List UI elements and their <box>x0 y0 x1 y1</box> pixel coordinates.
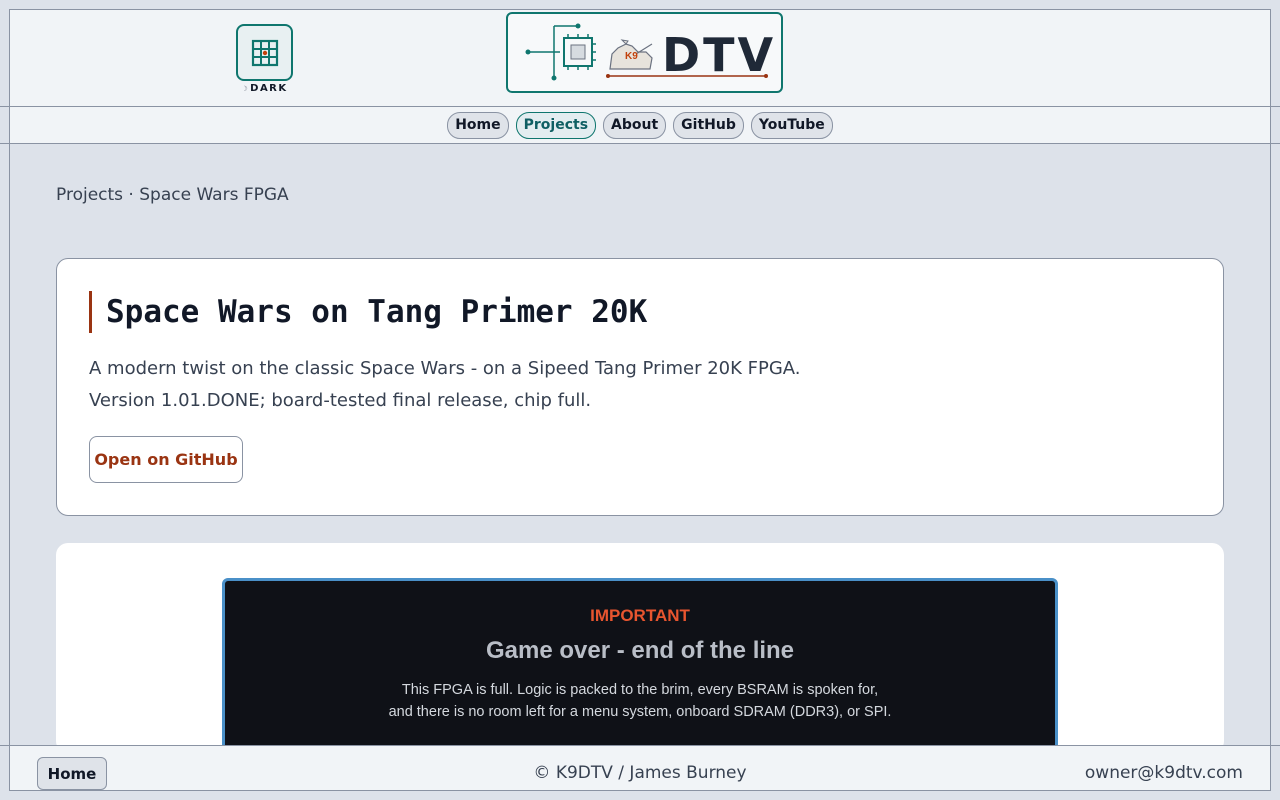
project-description: A modern twist on the classic Space Wars… <box>89 353 801 417</box>
nav-home[interactable]: Home <box>447 111 509 139</box>
nav-github[interactable]: GitHub <box>673 111 744 139</box>
project-card: Space Wars on Tang Primer 20K A modern t… <box>56 258 1224 516</box>
footer-copyright: © K9DTV / James Burney <box>533 763 747 783</box>
header-divider-full <box>0 106 1280 107</box>
frame-bottom-line <box>9 790 1271 791</box>
site-footer: Home © K9DTV / James Burney owner@k9dtv.… <box>10 746 1270 790</box>
main-nav: Home Projects About GitHub YouTube <box>10 107 1270 143</box>
logo-text: DTV <box>662 28 777 82</box>
notice-body-line-2: and there is no room left for a menu sys… <box>388 704 892 720</box>
nav-divider <box>0 143 1280 144</box>
notice-body-line-1: This FPGA is full. Logic is packed to th… <box>401 682 879 698</box>
notice-body: This FPGA is full. Logic is packed to th… <box>225 679 1055 723</box>
footer-email-link[interactable]: owner@k9dtv.com <box>1085 763 1243 783</box>
site-logo[interactable]: K9 DTV <box>506 12 783 93</box>
theme-toggle-label: ☽DARK <box>241 83 288 94</box>
theme-toggle-button[interactable] <box>236 24 293 81</box>
logo-badge: K9 <box>625 51 638 62</box>
notice-kicker: IMPORTANT <box>590 606 690 625</box>
nav-youtube[interactable]: YouTube <box>750 111 833 139</box>
description-line-1: A modern twist on the classic Space Wars… <box>89 358 801 379</box>
important-notice: IMPORTANT Game over - end of the line Th… <box>222 578 1058 758</box>
page-title: Space Wars on Tang Primer 20K <box>89 291 647 333</box>
nav-projects[interactable]: Projects <box>515 111 597 139</box>
breadcrumb: Projects · Space Wars FPGA <box>56 185 289 205</box>
frame-right-line <box>1270 9 1271 791</box>
chip-icon <box>251 39 278 66</box>
notice-title: Game over - end of the line <box>485 637 795 664</box>
moon-icon: ☽ <box>241 85 250 93</box>
notice-card: IMPORTANT Game over - end of the line Th… <box>56 543 1224 758</box>
nav-about[interactable]: About <box>603 111 667 139</box>
description-line-2: Version 1.01.DONE; board-tested final re… <box>89 390 592 411</box>
footer-divider <box>0 745 1280 746</box>
open-github-button[interactable]: Open on GitHub <box>89 436 243 483</box>
